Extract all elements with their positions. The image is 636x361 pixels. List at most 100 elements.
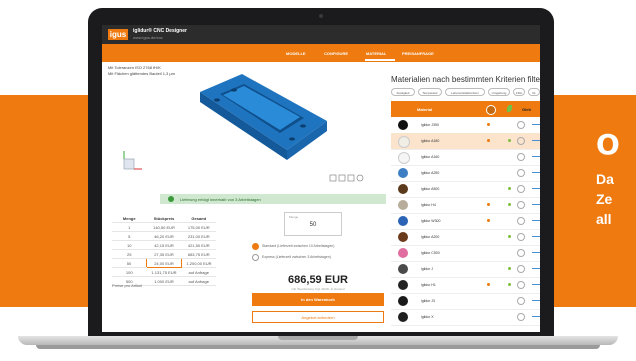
list-item[interactable]: iglidur H4: [391, 197, 540, 214]
shipping-standard-radio[interactable]: [252, 243, 259, 250]
list-item[interactable]: iglidur J3: [391, 293, 540, 310]
material-name: iglidur A160: [421, 155, 440, 159]
eco-dot: [508, 187, 511, 190]
orientation-cube-icon[interactable]: [123, 151, 142, 170]
filter-chip[interactable]: FDA: [513, 88, 525, 96]
eco-dot: [508, 267, 511, 270]
table-header: Stückpreis: [146, 214, 182, 223]
list-item[interactable]: iglidur A250: [391, 165, 540, 182]
info-icon[interactable]: [517, 121, 525, 129]
info-icon[interactable]: [517, 217, 525, 225]
table-cell: 140,50 EUR: [146, 222, 182, 232]
material-swatch: [398, 168, 408, 178]
eco-dot: [508, 139, 511, 142]
table-cell: auf Anfrage: [181, 267, 216, 277]
shipping-express-radio[interactable]: [252, 254, 259, 261]
request-quote-button[interactable]: Angebot anfordern: [252, 311, 384, 323]
laptop-base-shadow: [36, 345, 600, 349]
table-cell: 1.000 EUR: [146, 276, 182, 286]
filter-chip[interactable]: Festigkeit: [391, 88, 415, 96]
info-icon[interactable]: [517, 249, 525, 257]
list-item[interactable]: iglidur A160: [391, 149, 540, 166]
info-icon[interactable]: [517, 313, 525, 321]
material-column-header: Material: [417, 107, 433, 112]
nav-item-material[interactable]: MATERIAL: [366, 51, 386, 56]
list-item[interactable]: iglidur W300: [391, 213, 540, 230]
list-item[interactable]: iglidur A200: [391, 229, 540, 246]
info-icon[interactable]: [517, 137, 525, 145]
friction-bar: [532, 268, 540, 269]
material-swatch: [398, 312, 408, 322]
table-cell: 25: [112, 249, 147, 259]
list-item[interactable]: iglidur J: [391, 261, 540, 278]
material-swatch: [398, 280, 408, 290]
table-row-selected[interactable]: 50 24,00 EUR 1.200,00 EUR: [112, 258, 216, 268]
list-item[interactable]: iglidur A180: [391, 133, 540, 150]
table-row[interactable]: 5 46,20 EUR 231,00 EUR: [112, 231, 216, 241]
friction-bar: [532, 156, 540, 157]
laptop-frame: igus iglidur® CNC Designer www.igus.de/c…: [88, 8, 554, 338]
temperature-dot: [487, 203, 490, 206]
add-to-cart-button[interactable]: In den Warenkorb: [252, 293, 384, 306]
table-row[interactable]: 100 1.131,75 EUR auf Anfrage: [112, 267, 216, 277]
app-subtitle: www.igus.de/cnc: [133, 35, 163, 40]
filter-chip[interactable]: Umgebung: [488, 88, 510, 96]
banner-line-1: Da: [596, 171, 614, 187]
temperature-dot: [487, 219, 490, 222]
table-cell: 100: [112, 267, 147, 277]
info-icon[interactable]: [517, 153, 525, 161]
favorites-note[interactable]: Preise pro Artikel: [112, 283, 142, 288]
view-controls[interactable]: [329, 174, 364, 182]
list-item[interactable]: iglidur H1: [391, 277, 540, 294]
info-icon[interactable]: [517, 169, 525, 177]
info-icon[interactable]: [517, 297, 525, 305]
brand-logo[interactable]: igus: [108, 29, 128, 40]
nav-active-indicator: [365, 59, 395, 61]
table-cell: 1.131,75 EUR: [146, 267, 182, 277]
material-name: iglidur H1: [421, 283, 436, 287]
table-row[interactable]: 1 140,50 EUR 175,00 EUR: [112, 222, 216, 232]
table-header-row: Menge Stückpreis Gesamt: [112, 214, 216, 223]
info-icon[interactable]: [517, 185, 525, 193]
filter-chip[interactable]: Lebensmittelkonform: [445, 88, 485, 96]
table-cell: 42,15 EUR: [146, 240, 182, 250]
material-swatch: [398, 120, 408, 130]
list-item[interactable]: iglidur X: [391, 309, 540, 326]
list-item[interactable]: iglidur A500: [391, 181, 540, 198]
table-cell: 50: [112, 258, 147, 268]
info-icon[interactable]: [517, 265, 525, 273]
filter-chip[interactable]: UL: [528, 88, 540, 96]
friction-column-header: Gleit: [522, 107, 531, 112]
material-name: iglidur J: [421, 267, 434, 271]
3d-viewer[interactable]: [102, 65, 388, 190]
table-row[interactable]: 25 27,35 EUR 683,75 EUR: [112, 249, 216, 259]
material-swatch: [398, 184, 408, 194]
material-swatch: [398, 296, 408, 306]
material-name: iglidur J3: [421, 299, 436, 303]
info-icon[interactable]: [517, 281, 525, 289]
filter-chip[interactable]: Temperatur: [418, 88, 442, 96]
material-name: iglidur A500: [421, 187, 440, 191]
friction-bar: [532, 124, 540, 125]
friction-bar: [532, 252, 540, 253]
banner-line-2: Ze: [596, 191, 613, 207]
banner-title: O: [596, 128, 620, 161]
shipping-express-label: Express (Lieferzeit zwischen 3 Arbeitsta…: [262, 255, 331, 259]
quantity-input[interactable]: Menge 50: [284, 212, 342, 236]
friction-bar: [532, 284, 540, 285]
temperature-dot: [487, 123, 490, 126]
table-header: Menge: [112, 214, 147, 223]
list-item[interactable]: iglidur C500: [391, 245, 540, 262]
material-name: iglidur W300: [421, 219, 441, 223]
nav-item-configure[interactable]: CONFIGURE: [324, 51, 348, 56]
app-screen: igus iglidur® CNC Designer www.igus.de/c…: [102, 25, 540, 332]
table-row[interactable]: 10 42,15 EUR 421,50 EUR: [112, 240, 216, 250]
nav-item-quote[interactable]: PREISANFRAGE: [402, 51, 434, 56]
info-icon[interactable]: [517, 233, 525, 241]
nav-item-models[interactable]: MODELLE: [286, 51, 306, 56]
material-swatch: [398, 200, 408, 210]
list-item[interactable]: iglidur J350: [391, 117, 540, 134]
material-name: iglidur A200: [421, 235, 440, 239]
info-icon[interactable]: [517, 201, 525, 209]
table-cell: 175,00 EUR: [181, 222, 216, 232]
